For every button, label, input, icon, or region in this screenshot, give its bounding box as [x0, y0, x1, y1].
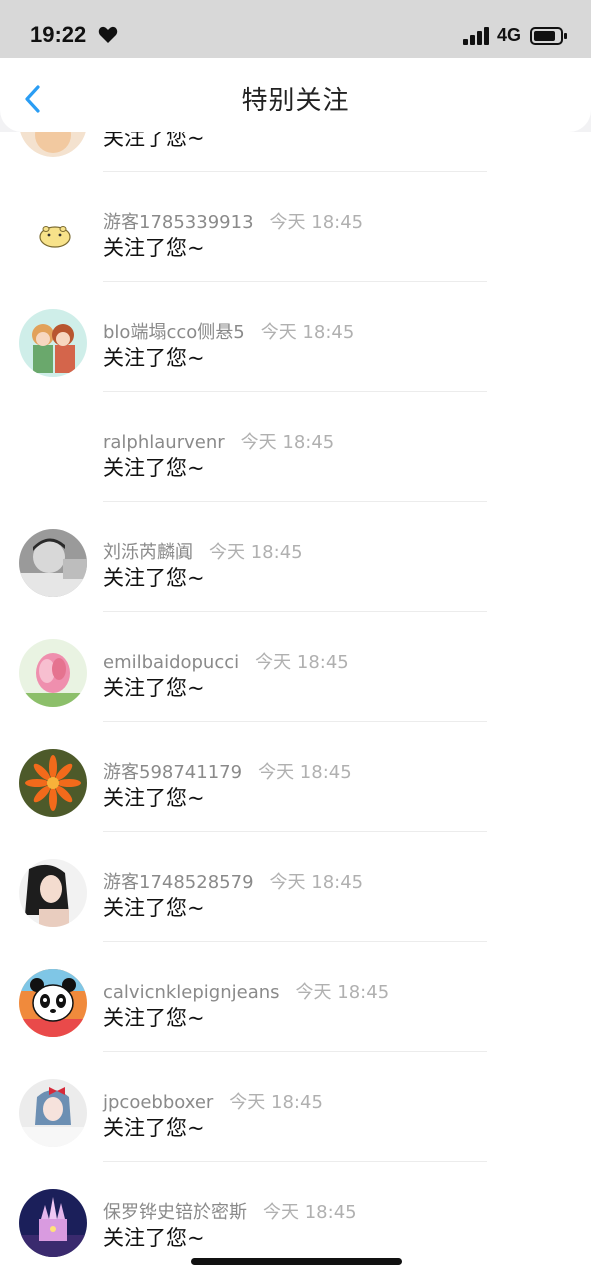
username[interactable]: blo端塌cco侧悬5	[103, 322, 245, 343]
signal-icon	[463, 27, 489, 45]
page-title: 特别关注	[241, 86, 350, 116]
message-text: 关注了您~	[103, 132, 205, 150]
list-item[interactable]: 游客1785339913 今天 18:45 关注了您~	[0, 172, 591, 282]
item-meta: emilbaidopucci 今天 18:45	[103, 648, 349, 674]
item-meta: 刘泺芮麟阗 今天 18:45	[103, 538, 303, 564]
username[interactable]: calvicnklepignjeans	[103, 982, 280, 1003]
timestamp: 今天 18:45	[229, 1092, 323, 1113]
item-meta: 保罗铧史锫於密斯 今天 18:45	[103, 1198, 357, 1224]
avatar[interactable]	[19, 639, 87, 707]
username[interactable]: 刘泺芮麟阗	[103, 542, 193, 563]
username[interactable]: ralphlaurvenr	[103, 432, 225, 453]
message-text: 关注了您~	[103, 896, 205, 920]
item-meta: calvicnklepignjeans 今天 18:45	[103, 978, 389, 1004]
list-item[interactable]: 关注了您~	[0, 132, 591, 172]
list-item[interactable]: emilbaidopucci 今天 18:45 关注了您~	[0, 612, 591, 722]
item-meta: 游客1748528579 今天 18:45	[103, 868, 363, 894]
follower-list: 关注了您~ 游客1785339913 今天 18:45 关注了您~ blo端塌c…	[0, 132, 591, 1280]
list-item[interactable]: calvicnklepignjeans 今天 18:45 关注了您~	[0, 942, 591, 1052]
list-item[interactable]: 刘泺芮麟阗 今天 18:45 关注了您~	[0, 502, 591, 612]
timestamp: 今天 18:45	[255, 652, 349, 673]
list-item[interactable]: 游客598741179 今天 18:45 关注了您~	[0, 722, 591, 832]
avatar[interactable]	[19, 859, 87, 927]
message-text: 关注了您~	[103, 236, 205, 260]
timestamp: 今天 18:45	[240, 432, 335, 453]
message-text: 关注了您~	[103, 1116, 205, 1140]
avatar[interactable]	[19, 969, 87, 1037]
list-item[interactable]: 保罗铧史锫於密斯 今天 18:45 关注了您~	[0, 1162, 591, 1272]
avatar[interactable]	[19, 749, 87, 817]
item-meta: ralphlaurvenr 今天 18:45	[103, 428, 334, 454]
username[interactable]: jpcoebboxer	[103, 1092, 213, 1113]
avatar[interactable]	[19, 309, 87, 377]
avatar[interactable]	[19, 1189, 87, 1257]
status-time: 19:22	[30, 22, 87, 47]
timestamp: 今天 18:45	[209, 542, 303, 563]
timestamp: 今天 18:45	[263, 1202, 357, 1223]
item-meta: 游客598741179 今天 18:45	[103, 758, 352, 784]
message-text: 关注了您~	[103, 676, 205, 700]
username[interactable]: emilbaidopucci	[103, 652, 239, 673]
list-item[interactable]: blo端塌cco侧悬5 今天 18:45 关注了您~	[0, 282, 591, 392]
avatar[interactable]	[19, 529, 87, 597]
item-meta: 游客1785339913 今天 18:45	[103, 208, 363, 234]
message-text: 关注了您~	[103, 456, 205, 480]
username[interactable]: 游客1748528579	[103, 872, 254, 893]
battery-icon	[530, 27, 567, 45]
list-item[interactable]: 游客1748528579 今天 18:45 关注了您~	[0, 832, 591, 942]
timestamp: 今天 18:45	[269, 872, 364, 893]
message-text: 关注了您~	[103, 1226, 205, 1250]
timestamp: 今天 18:45	[260, 322, 355, 343]
username[interactable]: 游客598741179	[103, 762, 242, 783]
message-text: 关注了您~	[103, 566, 205, 590]
avatar	[19, 132, 87, 157]
username[interactable]: 保罗铧史锫於密斯	[103, 1202, 247, 1223]
username[interactable]: 游客1785339913	[103, 212, 254, 233]
timestamp: 今天 18:45	[295, 982, 390, 1003]
home-indicator[interactable]	[191, 1258, 402, 1265]
timestamp: 今天 18:45	[269, 212, 364, 233]
nav-bar: 特别关注	[0, 58, 591, 132]
list-item[interactable]: jpcoebboxer 今天 18:45 关注了您~	[0, 1052, 591, 1162]
heart-icon	[98, 26, 118, 43]
message-text: 关注了您~	[103, 346, 205, 370]
avatar[interactable]	[19, 419, 87, 487]
timestamp: 今天 18:45	[258, 762, 352, 783]
item-meta: blo端塌cco侧悬5 今天 18:45	[103, 318, 354, 344]
avatar[interactable]	[19, 1079, 87, 1147]
item-meta: jpcoebboxer 今天 18:45	[103, 1088, 323, 1114]
status-bar: 19:22 4G	[0, 0, 591, 58]
message-text: 关注了您~	[103, 1006, 205, 1030]
message-text: 关注了您~	[103, 786, 205, 810]
network-type: 4G	[497, 25, 522, 45]
avatar[interactable]	[19, 199, 87, 267]
list-item[interactable]: ralphlaurvenr 今天 18:45 关注了您~	[0, 392, 591, 502]
